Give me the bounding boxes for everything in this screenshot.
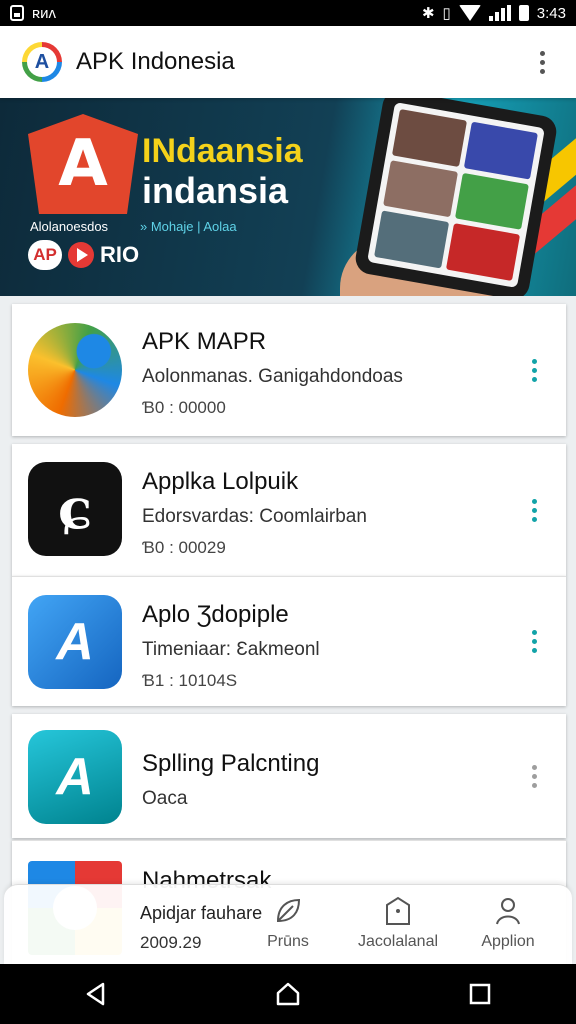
status-right: ✱ ▯ 3:43 [421,4,566,23]
nav-item-jacolalanal[interactable]: Jacolalanal [348,895,448,951]
nav-label: Jacolalanal [357,933,439,950]
app-meta: 2009.29 [140,933,202,952]
list-item[interactable]: APK MAPR Aolonmanas. Ganigahdondoas Ɓ0 :… [12,304,566,436]
banner-badge-left: AP [28,240,62,270]
blue-app-icon: A [28,595,122,689]
promo-banner[interactable]: A INdaansia indansia Alolanoesdos » Moha… [0,98,576,296]
app-meta: Ɓ0 : 00029 [142,538,226,557]
battery-icon [518,5,529,21]
nav-label: Prūns [267,933,309,950]
item-menu-button[interactable] [522,350,546,390]
list-item-text: Applka Lolpuik Edorsvardas: Coomlairban … [142,468,506,558]
status-left: ʀᴎᴧ [10,5,56,22]
banner-tagline-left: Alolanoesdos [30,219,109,234]
banner-badge-right: RIO [100,242,140,267]
teal-app-icon: A [28,730,122,824]
blue-app-icon-letter: A [56,613,94,671]
item-menu-button[interactable] [522,621,546,661]
list-item[interactable]: A Splling Palcnting Oaca [12,714,566,838]
app-subtitle: Edorsvardas: Coomlairban [142,506,367,527]
app-title: APK Indonesia [76,48,235,75]
banner-badge: AP RIO [28,240,139,270]
phone-illustration [353,98,559,296]
wifi-icon [458,5,481,21]
app-subtitle: Aolonmanas. Ganigahdondoas [142,366,403,387]
recents-icon[interactable] [460,974,500,1014]
home-icon[interactable] [268,974,308,1014]
list-item[interactable]: ɕ Applka Lolpuik Edorsvardas: Coomlairba… [12,444,566,576]
banner-logo-icon: A [28,114,138,214]
black-app-icon: ɕ [28,462,122,556]
overflow-menu-button[interactable] [530,42,554,82]
app-name: APK MAPR [142,328,267,355]
nav-label: Applion [481,933,535,950]
nav-item-pruns[interactable]: Prūns [238,895,338,951]
status-left-text: ʀᴎᴧ [32,4,57,22]
app-subtitle: Oaca [142,788,188,809]
list-item-text: Aplo Ʒdopiple Timeniaar: Ɛakmeonl Ɓ1 : 1… [142,601,506,691]
app-meta: Ɓ0 : 00000 [142,398,226,417]
bag-icon [383,895,413,927]
status-time: 3:43 [536,4,566,22]
person-icon [493,895,523,927]
banner-logo-letter: A [58,127,108,201]
app-name: Splling Palcnting [142,750,320,777]
system-navigation-bar [0,964,576,1024]
bottom-navigation: Apidjar fauhare 2009.29 Prūns Jacolalana… [4,884,572,964]
app-name: Applka Lolpuik [142,468,299,495]
app-meta: Ɓ1 : 10104S [142,671,238,690]
nav-item-applion[interactable]: Applion [458,895,558,951]
back-icon[interactable] [76,974,116,1014]
vibrate-icon: ▯ [442,5,451,22]
item-menu-button[interactable] [522,490,546,530]
app-name: Aplo Ʒdopiple [142,601,289,628]
leaf-icon [273,895,303,927]
list-item-text: Splling Palcnting Oaca [142,750,506,810]
banner-title-line1: INdaansia [142,132,303,170]
app-logo-icon: A [22,42,62,82]
teal-app-icon-letter: A [56,748,94,806]
app-logo-letter: A [27,47,57,77]
signal-icon [488,5,511,21]
banner-title-line2: indansia [142,170,289,211]
list-item[interactable]: A Aplo Ʒdopiple Timeniaar: Ɛakmeonl Ɓ1 :… [12,576,566,706]
app-subtitle: Timeniaar: Ɛakmeonl [142,639,320,660]
banner-tagline-right: » Mohaje | Aolaa [140,219,237,234]
phone-screen [367,102,545,288]
swirl-app-icon [28,323,122,417]
play-icon [68,242,94,268]
notification-icon [10,5,24,21]
app-bar: A APK Indonesia [0,26,576,98]
list-item-text: APK MAPR Aolonmanas. Ganigahdondoas Ɓ0 :… [142,328,506,418]
black-app-icon-letter: ɕ [57,476,93,542]
item-menu-button[interactable] [522,756,546,796]
bluetooth-icon: ✱ [421,5,435,22]
status-bar: ʀᴎᴧ ✱ ▯ 3:43 [0,0,576,26]
